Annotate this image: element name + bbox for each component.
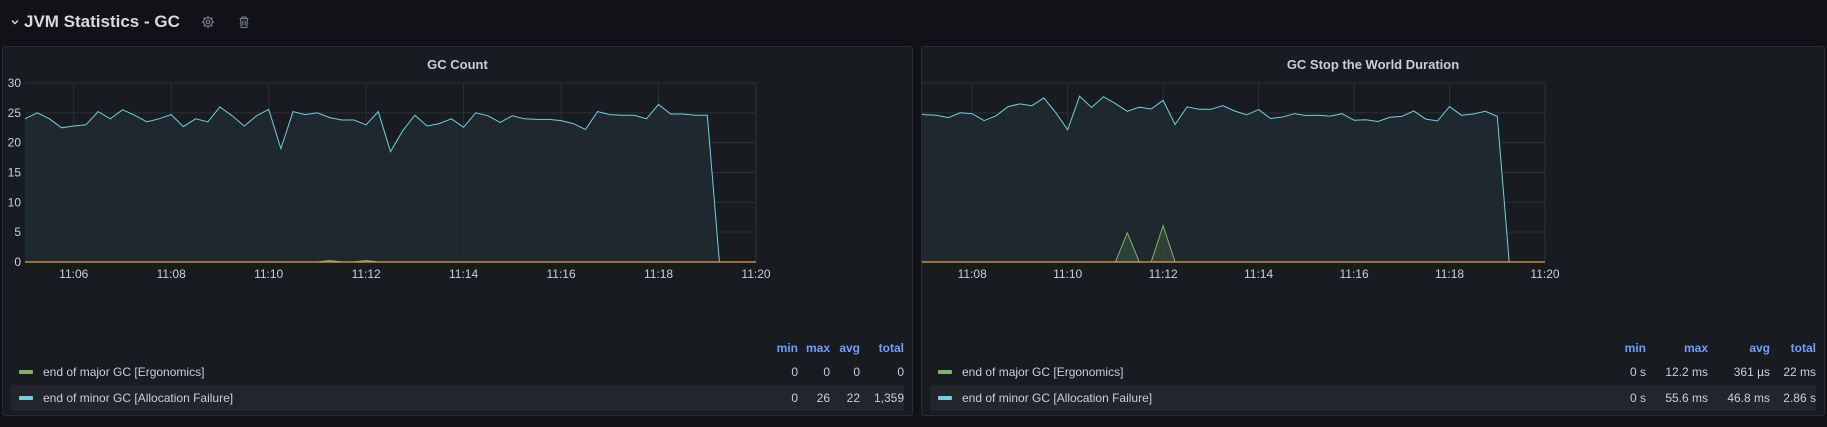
y-tick-label: 30 [8, 76, 22, 90]
legend-value-min: 0 s [1629, 365, 1646, 379]
legend-series-name: end of minor GC [Allocation Failure] [962, 391, 1153, 405]
legend-header-min[interactable]: min [1614, 341, 1646, 355]
legend-value-total: 1,359 [873, 391, 904, 405]
legend-value-avg: 361 µs [1733, 365, 1770, 379]
x-tick-label: 11:16 [546, 267, 575, 281]
legend-swatch [19, 396, 33, 400]
legend-header: min max avg total [930, 337, 1816, 359]
x-tick-label: 11:14 [1244, 267, 1273, 281]
x-tick-label: 11:10 [254, 267, 283, 281]
x-tick-label: 11:08 [958, 267, 987, 281]
legend-header-total[interactable]: total [1770, 341, 1816, 355]
legend-header-max[interactable]: max [798, 341, 830, 355]
y-tick-label: 10 [8, 195, 22, 209]
legend-swatch [938, 370, 952, 374]
x-tick-label: 11:06 [59, 267, 88, 281]
legend-header-avg[interactable]: avg [830, 341, 860, 355]
x-tick-label: 11:16 [1339, 267, 1368, 281]
legend-row-major[interactable]: end of major GC [Ergonomics] 0 0 0 0 [11, 359, 904, 385]
legend-value-total: 22 ms [1783, 365, 1816, 379]
legend-value-max: 55.6 ms [1665, 391, 1708, 405]
legend-header-total[interactable]: total [860, 341, 904, 355]
legend-series-name: end of minor GC [Allocation Failure] [43, 391, 234, 405]
legend-series-name: end of major GC [Ergonomics] [43, 365, 205, 379]
y-tick-label: 25 [8, 106, 22, 120]
legend-series[interactable]: end of minor GC [Allocation Failure] [19, 391, 774, 405]
legend-series[interactable]: end of minor GC [Allocation Failure] [938, 391, 1614, 405]
legend-value-min: 0 [791, 365, 798, 379]
legend-value-total: 2.86 s [1783, 391, 1816, 405]
x-tick-label: 11:08 [157, 267, 186, 281]
legend-value-min: 0 s [1629, 391, 1646, 405]
legend-header-max[interactable]: max [1646, 341, 1708, 355]
x-tick-label: 11:20 [741, 267, 770, 281]
x-tick-label: 11:12 [1149, 267, 1178, 281]
legend: min max avg total end of major GC [Ergon… [11, 337, 904, 411]
x-tick-label: 11:14 [449, 267, 478, 281]
x-tick-label: 11:18 [644, 267, 673, 281]
legend-value-min: 0 [791, 391, 798, 405]
legend-value-avg: 22 [846, 391, 860, 405]
gear-icon[interactable] [200, 14, 216, 30]
legend-value-max: 12.2 ms [1665, 365, 1708, 379]
legend-value-max: 26 [816, 391, 830, 405]
y-tick-label: 5 [14, 225, 21, 239]
gc-count-chart[interactable]: 0 5 10 15 20 25 30 11:06 11:08 11:10 11:12 11:14 11:… [3, 47, 913, 337]
legend-swatch [938, 396, 952, 400]
gc-count-panel: GC Count 0 5 10 15 20 25 30 11:06 11:08 11:10 11:1… [2, 46, 913, 416]
y-tick-label: 0 [14, 255, 21, 269]
x-tick-label: 11:10 [1053, 267, 1082, 281]
series-area-minor [25, 104, 756, 262]
legend-header: min max avg total [11, 337, 904, 359]
legend-swatch [19, 370, 33, 374]
x-tick-label: 11:12 [352, 267, 381, 281]
y-tick-label: 20 [8, 136, 22, 150]
legend-header-min[interactable]: min [774, 341, 798, 355]
legend-value-max: 0 [823, 365, 830, 379]
legend-value-avg: 46.8 ms [1727, 391, 1770, 405]
legend-row-minor[interactable]: end of minor GC [Allocation Failure] 0 s… [930, 385, 1816, 411]
legend-series[interactable]: end of major GC [Ergonomics] [938, 365, 1614, 379]
legend-series-name: end of major GC [Ergonomics] [962, 365, 1124, 379]
chevron-down-icon[interactable] [8, 15, 22, 29]
y-tick-label: 15 [8, 166, 22, 180]
legend: min max avg total end of major GC [Ergon… [930, 337, 1816, 411]
legend-value-total: 0 [897, 365, 904, 379]
legend-row-major[interactable]: end of major GC [Ergonomics] 0 s 12.2 ms… [930, 359, 1816, 385]
legend-value-avg: 0 [853, 365, 860, 379]
row-header: JVM Statistics - GC [0, 0, 1827, 44]
trash-icon[interactable] [236, 14, 252, 30]
x-tick-label: 11:18 [1435, 267, 1464, 281]
gc-stw-panel: GC Stop the World Duration 0 s10 ms20 ms… [921, 46, 1825, 416]
row-title[interactable]: JVM Statistics - GC [24, 12, 180, 32]
gc-stw-chart[interactable]: 0 s10 ms20 ms30 ms40 ms50 ms60 ms11:0611… [922, 47, 1825, 337]
series-area-minor [922, 96, 1545, 262]
legend-row-minor[interactable]: end of minor GC [Allocation Failure] 0 2… [11, 385, 904, 411]
x-tick-label: 11:20 [1530, 267, 1559, 281]
legend-header-avg[interactable]: avg [1708, 341, 1770, 355]
legend-series[interactable]: end of major GC [Ergonomics] [19, 365, 774, 379]
